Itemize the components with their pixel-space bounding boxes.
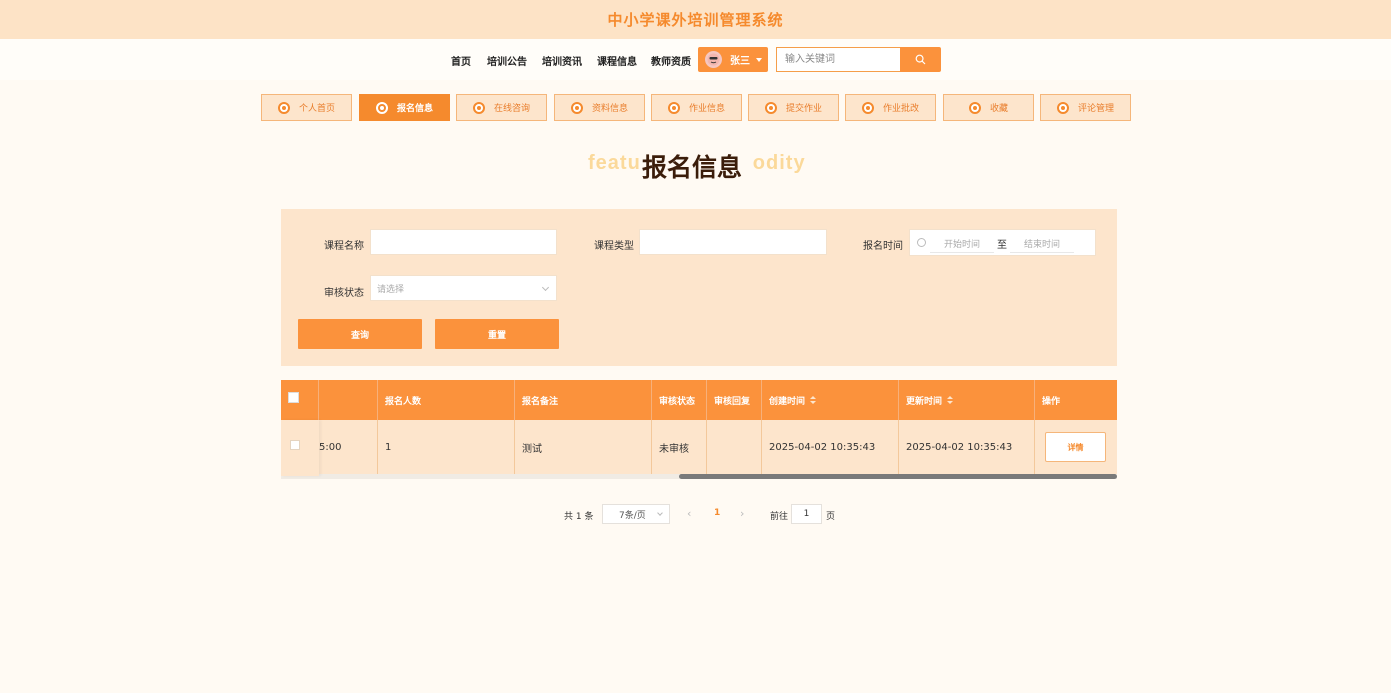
signup-time-label: 报名时间 <box>863 241 903 252</box>
chevron-down-icon <box>756 57 762 62</box>
course-type-label: 课程类型 <box>594 241 634 252</box>
tab-online-consult[interactable]: 在线咨询 <box>456 94 547 121</box>
course-name-label: 课程名称 <box>324 241 364 252</box>
page-size-select[interactable]: 7条/页 <box>602 504 670 524</box>
col-actions: 操作 <box>1042 396 1061 407</box>
search-input[interactable] <box>776 47 900 72</box>
goto-page-input[interactable]: 1 <box>791 504 822 524</box>
nav-item-teachers[interactable]: 教师资质 <box>651 53 691 68</box>
tab-signup-info[interactable]: 报名信息 <box>359 94 450 121</box>
course-type-input[interactable] <box>639 229 827 255</box>
col-review-reply: 审核回复 <box>707 380 762 420</box>
end-date-input[interactable]: 结束时间 <box>1010 237 1074 253</box>
circle-dot-icon <box>764 101 777 114</box>
circle-dot-icon <box>1056 101 1069 114</box>
cell-review-status: 未审核 <box>652 420 707 474</box>
reset-button[interactable]: 重置 <box>435 319 559 349</box>
col-created-time[interactable]: 创建时间 <box>762 380 899 420</box>
tab-homework-info[interactable]: 作业信息 <box>651 94 742 121</box>
circle-dot-icon <box>861 101 874 114</box>
nav-item-courses[interactable]: 课程信息 <box>597 53 637 68</box>
chevron-down-icon <box>657 510 663 516</box>
table-header: 报名人数 报名备注 审核状态 审核回复 创建时间 更新时间 操作 <box>281 380 1117 420</box>
circle-dot-icon <box>570 101 583 114</box>
nav-item-home[interactable]: 首页 <box>451 53 471 68</box>
course-name-input[interactable] <box>370 229 557 255</box>
circle-dot-icon <box>667 101 680 114</box>
col-truncated <box>319 380 378 420</box>
col-signup-count: 报名人数 <box>378 380 515 420</box>
col-review-status: 审核状态 <box>652 380 707 420</box>
tab-homework-grading[interactable]: 作业批改 <box>845 94 936 121</box>
row-select-cell <box>281 420 319 476</box>
col-remark: 报名备注 <box>515 380 652 420</box>
filter-panel: 课程名称 课程类型 报名时间 开始时间 至 结束时间 审核状态 请选择 查询 重… <box>281 209 1117 366</box>
cell-signup-count: 1 <box>378 420 515 474</box>
circle-dot-icon <box>968 101 981 114</box>
horizontal-scrollbar[interactable] <box>679 474 1117 479</box>
user-menu-button[interactable]: 张三 <box>698 47 768 72</box>
signup-date-range[interactable]: 开始时间 至 结束时间 <box>909 229 1096 256</box>
circle-dot-icon <box>277 101 290 114</box>
sort-icon[interactable] <box>810 395 817 405</box>
page-number[interactable]: 1 <box>714 508 720 518</box>
app-title: 中小学课外培训管理系统 <box>607 11 784 29</box>
next-page-icon[interactable]: › <box>740 507 744 520</box>
row-checkbox[interactable] <box>290 440 300 450</box>
tab-submit-homework[interactable]: 提交作业 <box>748 94 839 121</box>
tab-materials[interactable]: 资料信息 <box>554 94 645 121</box>
cell-created-time: 2025-04-02 10:35:43 <box>762 420 899 474</box>
col-updated-time[interactable]: 更新时间 <box>899 380 1035 420</box>
select-all-checkbox[interactable] <box>288 392 299 403</box>
avatar-face-icon <box>705 51 722 68</box>
range-separator: 至 <box>997 240 1007 251</box>
review-status-label: 审核状态 <box>324 288 364 299</box>
cell-truncated: 5:00 <box>319 420 378 474</box>
cell-actions: 详情 <box>1035 420 1117 474</box>
search-button[interactable] <box>900 47 941 72</box>
tab-favorites[interactable]: 收藏 <box>943 94 1034 121</box>
total-count: 共 1 条 <box>564 512 594 522</box>
sort-icon[interactable] <box>947 395 954 405</box>
tab-personal-home[interactable]: 个人首页 <box>261 94 352 121</box>
detail-button[interactable]: 详情 <box>1045 432 1106 462</box>
user-name: 张三 <box>730 56 750 67</box>
cell-review-reply <box>707 420 762 474</box>
cell-remark: 测试 <box>515 420 652 474</box>
tab-comments[interactable]: 评论管理 <box>1040 94 1131 121</box>
chevron-down-icon <box>541 283 550 292</box>
select-all-cell <box>281 380 319 420</box>
search-icon <box>915 54 926 65</box>
app-header: 中小学课外培训管理系统 <box>0 0 1391 39</box>
top-navigation: 首页 培训公告 培训资讯 课程信息 教师资质 张三 <box>0 39 1391 80</box>
nav-item-announcements[interactable]: 培训公告 <box>487 53 527 68</box>
query-button[interactable]: 查询 <box>298 319 422 349</box>
circle-dot-icon <box>472 101 485 114</box>
page-word: 页 <box>826 512 836 522</box>
clock-icon <box>917 238 926 247</box>
prev-page-icon[interactable]: ‹ <box>687 507 691 520</box>
cell-updated-time: 2025-04-02 10:35:43 <box>899 420 1035 474</box>
nav-item-news[interactable]: 培训资讯 <box>542 53 582 68</box>
review-status-select[interactable]: 请选择 <box>370 275 557 301</box>
signup-table: 报名人数 报名备注 审核状态 审核回复 创建时间 更新时间 操作 5:00 1 … <box>281 380 1117 479</box>
circle-dot-icon <box>375 101 388 114</box>
start-date-input[interactable]: 开始时间 <box>930 237 994 253</box>
table-row: 5:00 1 测试 未审核 2025-04-02 10:35:43 2025-0… <box>281 420 1117 474</box>
goto-label: 前往 <box>770 512 789 522</box>
page-title: 报名信息 <box>642 153 743 182</box>
